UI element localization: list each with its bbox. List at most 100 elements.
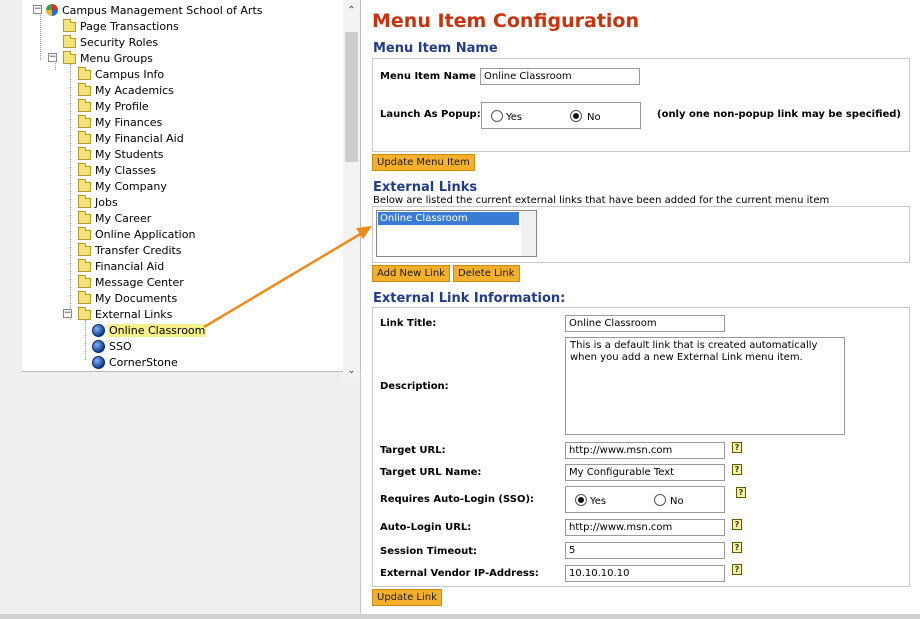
tree-item-page-transactions[interactable]: Page Transactions [63, 18, 180, 34]
tree-item-label: My Finances [95, 115, 163, 129]
tree-item-label: My Career [95, 211, 152, 225]
scrollbar-thumb[interactable] [345, 32, 358, 162]
tree-item-label: Jobs [95, 195, 118, 209]
popup-yes-radio[interactable] [491, 110, 503, 122]
description-label: Description: [380, 381, 449, 392]
tree-item-label: My Profile [95, 99, 149, 113]
delete-link-button[interactable]: Delete Link [453, 265, 520, 282]
folder-icon [78, 291, 91, 304]
tree-item-jobs[interactable]: Jobs [78, 194, 119, 210]
help-icon[interactable]: ? [736, 487, 746, 498]
globe-link-icon [92, 355, 105, 369]
folder-icon [78, 163, 91, 176]
tree-item-external-links[interactable]: External Links [78, 306, 173, 322]
tree-item-financial-aid[interactable]: Financial Aid [78, 258, 165, 274]
folder-icon [78, 147, 91, 160]
collapse-root-icon[interactable]: − [33, 5, 42, 14]
external-link-info-panel: Link Title: Online Classroom Description… [372, 307, 910, 587]
menu-item-name-panel: Menu Item Name Online Classroom Launch A… [372, 58, 910, 152]
folder-icon [78, 99, 91, 112]
update-link-button[interactable]: Update Link [372, 589, 442, 606]
tree-item-menu-groups[interactable]: Menu Groups [63, 50, 154, 66]
folder-icon [78, 275, 91, 288]
menu-item-name-input[interactable]: Online Classroom [480, 68, 640, 85]
session-timeout-input[interactable]: 5 [565, 542, 725, 559]
folder-icon [78, 131, 91, 144]
tree-item-transfer-credits[interactable]: Transfer Credits [78, 242, 183, 258]
scroll-up-icon[interactable]: ⌃ [343, 2, 360, 19]
external-links-description: Below are listed the current external li… [373, 195, 830, 206]
tree-item-label: My Academics [95, 83, 174, 97]
tree-item-my-students[interactable]: My Students [78, 146, 165, 162]
bottom-edge [0, 614, 920, 619]
listbox-scrollbar[interactable] [521, 211, 536, 256]
tree-item-online-application[interactable]: Online Application [78, 226, 196, 242]
requires-sso-label: Requires Auto-Login (SSO): [380, 494, 535, 505]
description-textarea[interactable]: This is a default link that is created a… [565, 337, 845, 435]
tree-root[interactable]: Campus Management School of Arts [46, 2, 263, 18]
link-title-input[interactable]: Online Classroom [565, 315, 725, 332]
sso-no-label: No [670, 496, 684, 507]
tree-item-my-financial-aid[interactable]: My Financial Aid [78, 130, 185, 146]
tree-item-campus-info[interactable]: Campus Info [78, 66, 165, 82]
folder-icon [78, 115, 91, 128]
listbox-item-online-classroom[interactable]: Online Classroom [378, 212, 519, 225]
help-icon[interactable]: ? [732, 464, 742, 475]
tree-item-cornerstone[interactable]: CornerStone [92, 354, 179, 370]
tree-item-my-company[interactable]: My Company [78, 178, 168, 194]
tree-item-label: Campus Info [95, 67, 165, 81]
link-title-label: Link Title: [380, 318, 437, 329]
vendor-ip-input[interactable]: 10.10.10.10 [565, 565, 725, 582]
tree-line [40, 12, 41, 60]
external-links-heading: External Links [373, 180, 478, 195]
help-icon[interactable]: ? [732, 542, 742, 553]
popup-no-label: No [587, 112, 601, 123]
tree-item-message-center[interactable]: Message Center [78, 274, 185, 290]
folder-icon [63, 35, 76, 48]
folder-icon [63, 19, 76, 32]
collapse-external-links-icon[interactable]: − [63, 309, 72, 318]
popup-yes-label: Yes [506, 112, 523, 123]
tree-item-online-classroom[interactable]: Online Classroom [92, 322, 207, 338]
help-icon[interactable]: ? [732, 564, 742, 575]
globe-link-icon [92, 339, 105, 353]
menu-item-name-label: Menu Item Name [380, 71, 476, 82]
tree-item-label: Online Application [95, 227, 196, 241]
tree-item-security-roles[interactable]: Security Roles [63, 34, 159, 50]
tree-item-sso[interactable]: SSO [92, 338, 133, 354]
help-icon[interactable]: ? [732, 519, 742, 530]
folder-icon [78, 243, 91, 256]
help-icon[interactable]: ? [732, 442, 742, 453]
collapse-menu-groups-icon[interactable]: − [48, 53, 57, 62]
folder-icon [63, 51, 76, 64]
sso-yes-label: Yes [590, 496, 607, 507]
tree-scrollbar[interactable]: ⌃ ⌄ [343, 0, 360, 380]
launch-popup-label: Launch As Popup: [380, 109, 481, 120]
left-tree-panel: − Campus Management School of Arts Page … [0, 0, 361, 619]
tree-line [70, 64, 71, 320]
update-menu-item-button[interactable]: Update Menu Item [372, 154, 475, 171]
config-panel: Menu Item Configuration Menu Item Name M… [362, 0, 920, 619]
tree-item-my-documents[interactable]: My Documents [78, 290, 178, 306]
external-links-listbox[interactable]: Online Classroom [376, 210, 537, 257]
tree-item-label: My Financial Aid [95, 131, 184, 145]
vendor-ip-label: External Vendor IP-Address: [380, 568, 539, 579]
scroll-down-icon[interactable]: ⌄ [343, 362, 360, 379]
tree-item-label: CornerStone [109, 355, 178, 369]
popup-no-radio[interactable] [570, 110, 582, 122]
sso-yes-radio[interactable] [575, 494, 587, 506]
folder-icon [78, 67, 91, 80]
folder-icon [78, 307, 91, 320]
tree-item-label: SSO [109, 339, 132, 353]
tree-item-my-academics[interactable]: My Academics [78, 82, 175, 98]
auto-login-url-input[interactable]: http://www.msn.com [565, 519, 725, 536]
target-url-input[interactable]: http://www.msn.com [565, 442, 725, 459]
tree-item-my-classes[interactable]: My Classes [78, 162, 157, 178]
menu-item-name-heading: Menu Item Name [373, 41, 498, 56]
tree-item-my-profile[interactable]: My Profile [78, 98, 150, 114]
add-new-link-button[interactable]: Add New Link [372, 265, 451, 282]
target-url-name-input[interactable]: My Configurable Text [565, 464, 725, 481]
tree-item-my-career[interactable]: My Career [78, 210, 152, 226]
tree-item-my-finances[interactable]: My Finances [78, 114, 163, 130]
sso-no-radio[interactable] [654, 494, 666, 506]
